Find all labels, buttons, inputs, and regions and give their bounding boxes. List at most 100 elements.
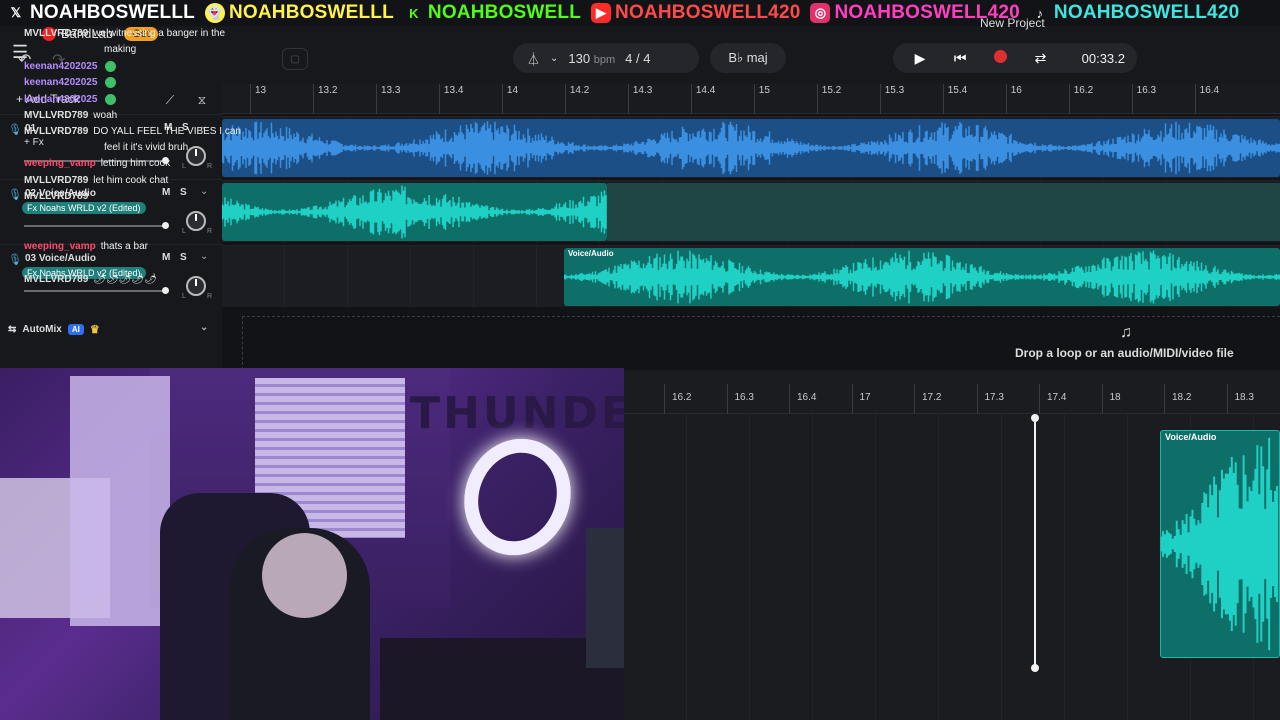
zoomed-ruler-tick: 18.3 [1226, 384, 1254, 414]
waveform [564, 250, 1280, 304]
chat-message: keenan4202025 [24, 94, 117, 105]
chevron-down-icon[interactable]: ⌄ [200, 186, 208, 197]
emote-icon [105, 77, 117, 88]
chat-message: keenan4202025 [24, 77, 117, 89]
track-lane-1[interactable] [222, 116, 1280, 178]
volume-slider[interactable] [24, 222, 169, 229]
mute-button[interactable]: M [162, 187, 170, 198]
pan-right-label: R [207, 228, 213, 235]
solo-button[interactable]: S [180, 187, 187, 198]
banner-x-text: NOAHBOSWELLL [30, 2, 195, 23]
ruler-label: 14.2 [569, 85, 590, 96]
solo-button[interactable]: S [180, 252, 187, 263]
automix-row[interactable]: ⇆ AutoMix AI ♛ ⌄ [0, 314, 222, 344]
zoomed-ruler-label: 18.3 [1234, 392, 1254, 403]
timeline-ruler[interactable]: 13 13.2 13.3 13.4 14 14.2 14.3 14.4 15 15.2 15.3 15… [222, 84, 1280, 114]
tuner-icon[interactable]: ⟋ [160, 90, 180, 110]
x-icon: 𝕏 [10, 5, 22, 20]
chat-message: MVLLVRD789 woah [24, 110, 117, 121]
chat-message: making [104, 44, 136, 55]
pan-knob[interactable] [186, 211, 206, 231]
ruler-tick: 16.3 [1131, 84, 1156, 114]
mute-button[interactable]: M [162, 252, 170, 263]
fx-chip[interactable]: Fx Noahs WRLD v2 (Edited) [22, 202, 146, 214]
volume-knob[interactable] [162, 287, 169, 294]
zoomed-ruler-label: 16.2 [672, 392, 692, 403]
zoomed-ruler-label: 17.3 [984, 392, 1004, 403]
track-lane-2[interactable] [222, 180, 1280, 242]
pan-knob[interactable] [186, 146, 206, 166]
add-fx-button[interactable]: + Fx [24, 137, 44, 148]
automix-label: AutoMix [22, 323, 62, 335]
time-signature[interactable]: 4 / 4 [625, 51, 650, 66]
mixer-icon[interactable]: ⧖ [192, 90, 212, 110]
youtube-icon: ▶ [591, 3, 612, 23]
clip-label: Voice/Audio [568, 249, 614, 258]
ruler-tick: 13.4 [438, 84, 463, 114]
ruler-label: 15.4 [947, 85, 968, 96]
chat-text: we witnessing a banger in the [93, 28, 226, 39]
chat-text: let him cook chat [93, 175, 169, 186]
zoomed-ruler-tick: 16.2 [664, 384, 691, 414]
waveform-path [564, 250, 1280, 304]
play-icon[interactable]: ▶ [905, 50, 935, 67]
record-button[interactable] [985, 50, 1015, 66]
streamer-head [262, 533, 347, 618]
chat-username: MVLLVRD789 [24, 175, 89, 186]
pan-left-label: L [182, 163, 186, 170]
volume-slider[interactable] [24, 287, 169, 294]
audio-clip[interactable] [222, 119, 1280, 177]
ruler-label: 16.2 [1073, 85, 1094, 96]
zoomed-ruler[interactable]: 16.2 16.3 16.4 17 17.2 17.3 17.4 18 18.2 18.3 [624, 384, 1280, 414]
ruler-tick: 13 [250, 84, 266, 114]
ruler-tick: 16 [1005, 84, 1022, 114]
chat-username: weeping_vamp [24, 241, 96, 252]
chevron-down-icon[interactable]: ⌄ [200, 251, 208, 262]
chevron-down-icon[interactable]: ⌄ [200, 322, 208, 333]
zoomed-ruler-tick: 17 [851, 384, 871, 414]
audio-clip[interactable] [222, 183, 607, 241]
banner-instagram-text: NOAHBOSWELL420 [834, 2, 1020, 23]
ruler-label: 14.3 [632, 85, 653, 96]
metronome-chevron-down-icon[interactable]: ⌄ [550, 53, 558, 64]
playhead[interactable] [1031, 414, 1039, 672]
banner-tiktok-text: NOAHBOSWELL420 [1053, 2, 1240, 23]
track-header-2[interactable]: 🎙 02 Voice/Audio M S ⌄ Fx Noahs WRLD v2 … [0, 179, 222, 241]
tiktok-icon: ♪ [1036, 5, 1044, 21]
webcam-overlay: THUNDER [0, 368, 624, 720]
zoomed-ruler-tick: 18.2 [1164, 384, 1191, 414]
pan-knob[interactable] [186, 276, 206, 296]
chat-username: MVLLVRD789 [24, 274, 89, 285]
chat-username: keenan4202025 [24, 77, 98, 89]
audio-clip[interactable]: Voice/Audio [564, 248, 1280, 306]
metronome-icon[interactable]: ⏃ [527, 49, 540, 68]
track-lane-3[interactable]: Voice/Audio [222, 245, 1280, 307]
loop-icon[interactable]: ⇄ [1025, 50, 1055, 67]
ruler-tick: 16.4 [1194, 84, 1219, 114]
key-button[interactable]: B♭ maj [710, 43, 786, 73]
chat-username: MVLLVRD789 [24, 126, 89, 137]
ruler-tick: 14 [501, 84, 518, 114]
social-banner: 𝕏 NOAHBOSWELLL 👻 NOAHBOSWELLL K NOAHBOSWELL… [0, 0, 1280, 26]
chat-username: MVLLVRD789 [24, 110, 89, 121]
track-name-3: Voice/Audio [38, 253, 96, 264]
volume-knob[interactable] [162, 222, 169, 229]
ruler-tick: 15 [753, 84, 770, 114]
ruler-tick: 14.2 [564, 84, 589, 114]
chat-username: weeping_vamp [24, 158, 96, 169]
chat-text: making [104, 44, 137, 55]
ruler-label: 15.2 [821, 85, 842, 96]
banner-tiktok: ♪ NOAHBOSWELL420 [1030, 2, 1240, 24]
waveform-path [222, 121, 1280, 175]
waveform [1161, 437, 1279, 651]
ruler-tick: 15.2 [816, 84, 841, 114]
zoomed-audio-clip[interactable]: Voice/Audio [1160, 430, 1280, 658]
tempo-value[interactable]: 130 bpm [568, 51, 615, 66]
rewind-icon[interactable]: ⏮ [945, 50, 975, 67]
tempo-number: 130 [568, 50, 591, 66]
zoomed-ruler-tick: 17.2 [914, 384, 941, 414]
panel-toggle-button[interactable]: ▢ [282, 48, 308, 70]
chat-message: MVLLVRD789 DO YALL FEEL THE VIBES I can [24, 126, 241, 137]
zoomed-ruler-label: 18.2 [1172, 392, 1192, 403]
banner-kick-text: NOAHBOSWELL [427, 2, 582, 23]
